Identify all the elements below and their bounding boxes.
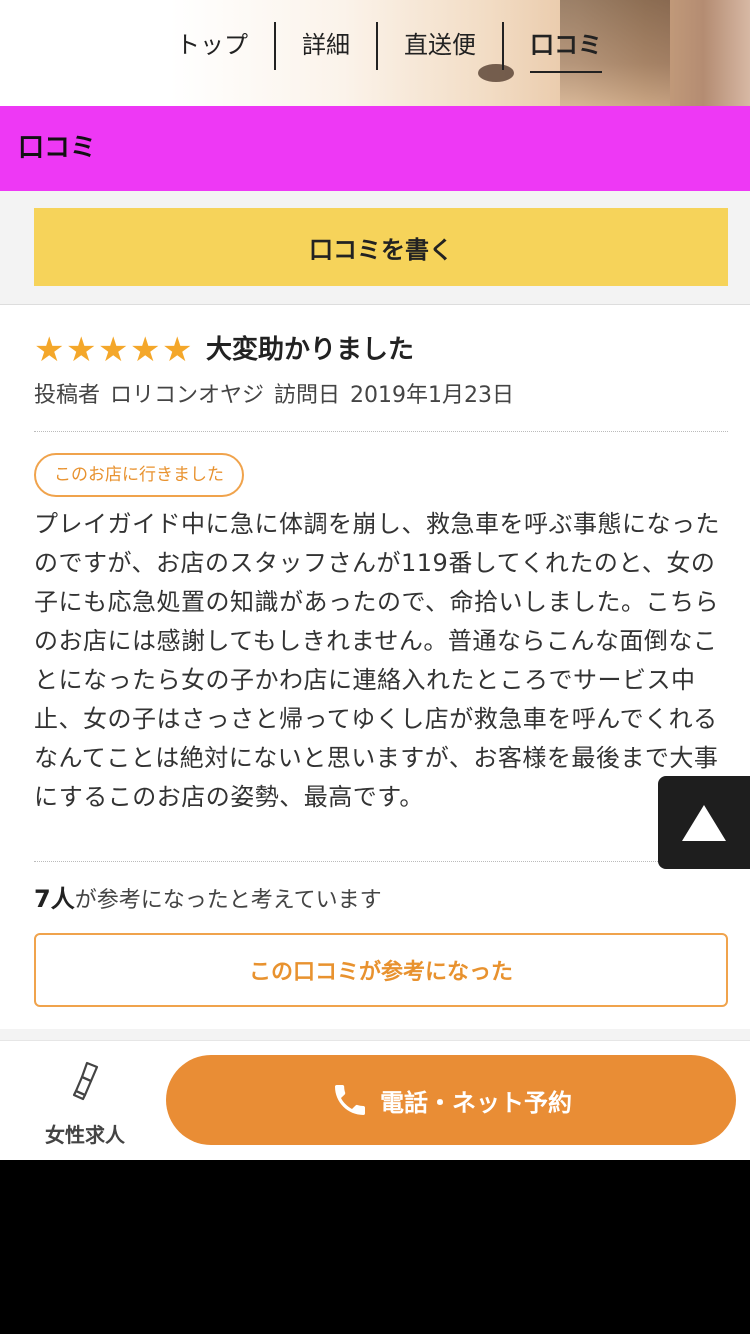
helpful-count-number: 7人 bbox=[34, 885, 75, 913]
tab-details[interactable]: 詳細 bbox=[274, 22, 376, 70]
rating-stars: ★ ★ ★ ★ ★ bbox=[34, 333, 194, 367]
helpful-count: 7人が参考になったと考えています bbox=[34, 879, 382, 914]
helpful-button[interactable]: この口コミが参考になった bbox=[34, 933, 728, 1007]
review-title: 大変助かりました bbox=[206, 335, 415, 365]
star-icon: ★ bbox=[34, 330, 65, 370]
helpful-count-text: が参考になったと考えています bbox=[74, 888, 382, 913]
phone-icon bbox=[330, 1080, 370, 1120]
tab-details-label: 詳細 bbox=[302, 31, 350, 59]
star-icon: ★ bbox=[130, 330, 161, 370]
lipstick-icon bbox=[30, 1057, 140, 1105]
star-icon: ★ bbox=[162, 330, 193, 370]
star-icon: ★ bbox=[98, 330, 129, 370]
tab-direct-mail[interactable]: 直送便 bbox=[376, 22, 502, 70]
scroll-top-icon bbox=[682, 804, 726, 841]
bottom-bar: 女性求人 電話・ネット予約 bbox=[0, 1040, 750, 1160]
visit-label: 訪問日 bbox=[274, 383, 341, 408]
tab-direct-mail-label: 直送便 bbox=[404, 31, 476, 59]
review-meta: 投稿者 ロリコンオヤジ 訪問日 2019年1月23日 bbox=[34, 377, 524, 409]
reserve-button[interactable]: 電話・ネット予約 bbox=[166, 1055, 736, 1145]
scroll-top-button[interactable] bbox=[658, 776, 750, 869]
section-title: 口コミ bbox=[18, 133, 97, 163]
divider bbox=[34, 861, 728, 862]
reserve-label: 電話・ネット予約 bbox=[380, 1088, 572, 1117]
poster-name: ロリコンオヤジ bbox=[110, 383, 265, 408]
section-header: 口コミ bbox=[0, 106, 750, 191]
page: トップ 詳細 直送便 口コミ 口コミ 口コミを書く ★ ★ ★ ★ ★ 大変助か… bbox=[0, 0, 750, 1160]
tab-top[interactable]: トップ bbox=[150, 22, 274, 70]
top-nav: トップ 詳細 直送便 口コミ bbox=[0, 0, 750, 106]
poster-label: 投稿者 bbox=[34, 383, 101, 408]
visit-date: 2019年1月23日 bbox=[350, 383, 515, 408]
visited-badge: このお店に行きました bbox=[34, 453, 244, 497]
divider bbox=[34, 431, 728, 432]
female-jobs-label: 女性求人 bbox=[45, 1123, 125, 1147]
female-jobs-link[interactable]: 女性求人 bbox=[30, 1057, 140, 1148]
nav-tabs: トップ 詳細 直送便 口コミ bbox=[150, 22, 628, 73]
tab-reviews-label: 口コミ bbox=[530, 31, 602, 73]
review-card: ★ ★ ★ ★ ★ 大変助かりました 投稿者 ロリコンオヤジ 訪問日 2019年1月2… bbox=[0, 304, 750, 1029]
star-icon: ★ bbox=[66, 330, 97, 370]
tab-top-label: トップ bbox=[176, 31, 248, 59]
review-body: プレイガイド中に急に体調を崩し、救急車を呼ぶ事態になったのですが、お店のスタッフ… bbox=[34, 510, 720, 811]
write-review-button[interactable]: 口コミを書く bbox=[34, 208, 728, 286]
tab-reviews[interactable]: 口コミ bbox=[502, 22, 628, 73]
